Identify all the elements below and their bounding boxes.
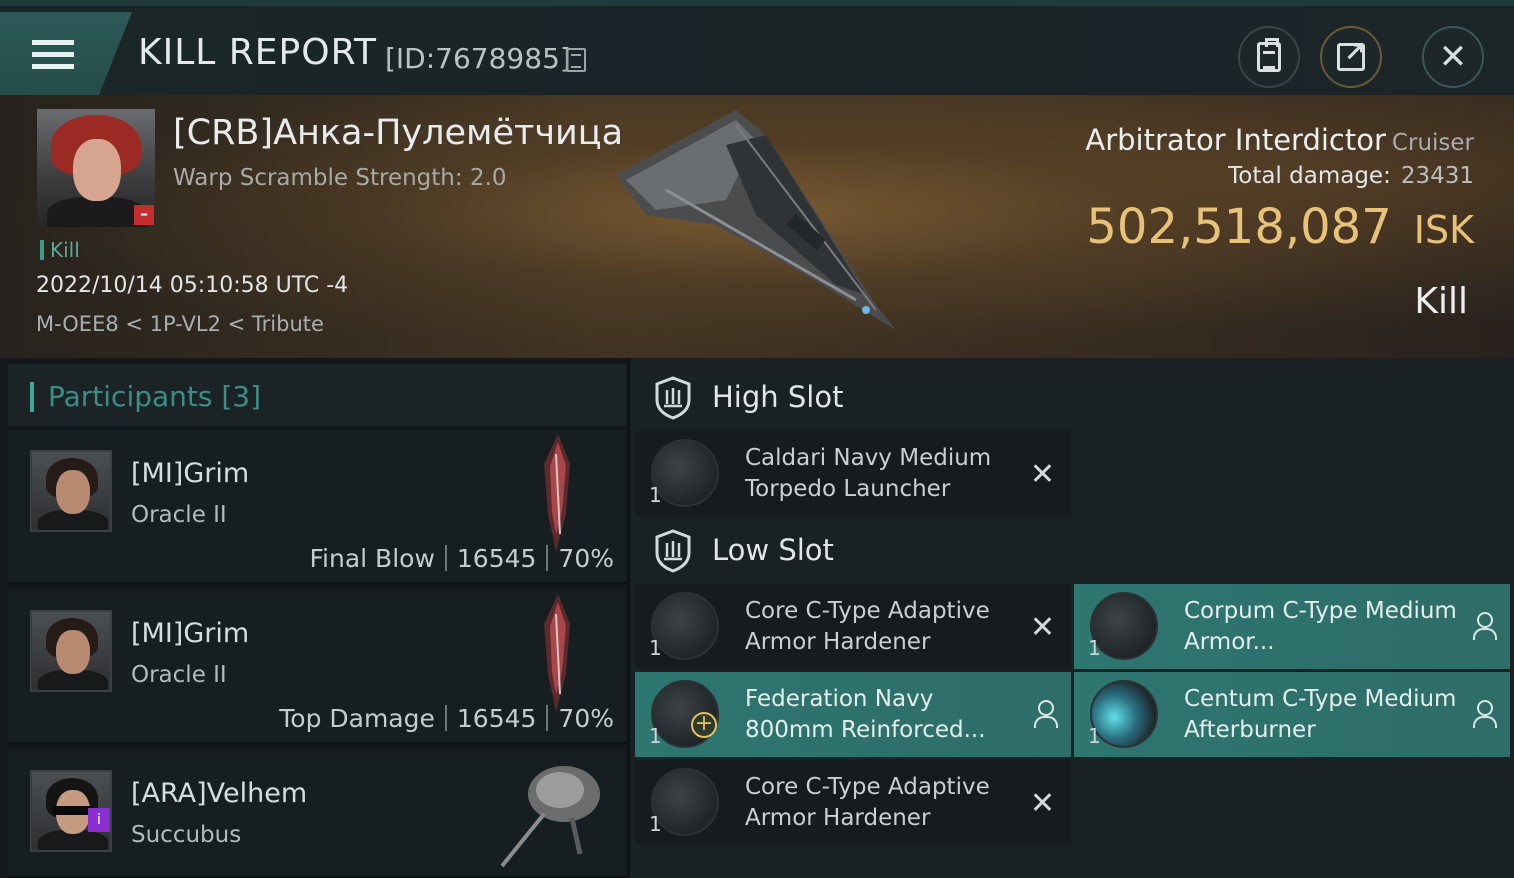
menu-tab[interactable] bbox=[0, 12, 132, 95]
participant-percent: 70% bbox=[558, 704, 614, 733]
victim-ship-name[interactable]: Arbitrator Interdictor Cruiser bbox=[1085, 123, 1474, 157]
module-quantity: 1 bbox=[649, 812, 662, 836]
warp-scramble-strength: Warp Scramble Strength: 2.0 bbox=[173, 165, 507, 191]
participants-header: Participants [3] bbox=[8, 364, 626, 426]
participant-role: Final Blow bbox=[309, 544, 435, 573]
participant-name[interactable]: [MI]Grim bbox=[131, 458, 249, 489]
participant-ship: Oracle II bbox=[131, 502, 227, 528]
module-item[interactable]: 1 Caldari Navy Medium Torpedo Launcher ✕ bbox=[635, 431, 1071, 516]
module-item[interactable]: 1 Corpum C-Type Medium Armor... bbox=[1074, 584, 1510, 669]
high-slot-label: High Slot bbox=[712, 380, 844, 414]
participant-ship: Oracle II bbox=[131, 662, 227, 688]
participant-row[interactable]: i [ARA]Velhem Succubus bbox=[8, 750, 626, 878]
low-slot-icon bbox=[655, 529, 691, 573]
result-label: Kill bbox=[1414, 281, 1468, 322]
hostile-standing-icon: – bbox=[134, 205, 154, 225]
module-item[interactable]: 1 Core C-Type Adaptive Armor Hardener ✕ bbox=[635, 584, 1071, 669]
kill-tag: Kill bbox=[40, 240, 80, 260]
module-quantity: 1 bbox=[649, 724, 662, 748]
participant-damage: 16545 bbox=[456, 544, 537, 573]
info-badge-icon: i bbox=[88, 808, 110, 832]
module-name: Centum C-Type Medium Afterburner bbox=[1184, 686, 1457, 743]
module-quantity: 1 bbox=[649, 483, 662, 507]
destroyed-icon: ✕ bbox=[1029, 786, 1055, 821]
fitting-panel[interactable]: High Slot 1 Caldari Navy Medium Torpedo … bbox=[630, 358, 1514, 878]
participant-role: Top Damage bbox=[279, 704, 435, 733]
module-name: Core C-Type Adaptive Armor Hardener bbox=[745, 598, 990, 655]
close-icon: ✕ bbox=[1438, 37, 1468, 77]
participant-avatar[interactable] bbox=[30, 610, 112, 692]
participant-row[interactable]: [MI]Grim Oracle II Final Blow 16545 70% bbox=[8, 430, 626, 584]
module-quantity: 1 bbox=[649, 636, 662, 660]
module-quantity: 1 bbox=[1088, 724, 1101, 748]
victim-name[interactable]: [CRB]Анка-Пулемётчица bbox=[173, 113, 623, 153]
module-name: Core C-Type Adaptive Armor Hardener bbox=[745, 774, 990, 831]
hamburger-menu-icon[interactable] bbox=[32, 40, 74, 74]
module-item[interactable]: 1 Centum C-Type Medium Afterburner bbox=[1074, 672, 1510, 757]
dropped-person-icon bbox=[1472, 612, 1497, 640]
module-item[interactable]: + 1 Federation Navy 800mm Reinforced... bbox=[635, 672, 1071, 757]
title-bar: KILL REPORT [ID:7678985] ✕ bbox=[0, 0, 1514, 95]
module-name: Federation Navy 800mm Reinforced... bbox=[745, 686, 986, 743]
clipboard-button[interactable] bbox=[1238, 26, 1300, 88]
kill-timestamp: 2022/10/14 05:10:58 UTC -4 bbox=[36, 273, 349, 298]
participant-ship: Succubus bbox=[131, 822, 242, 848]
external-link-icon bbox=[1337, 38, 1366, 71]
participant-row[interactable]: [MI]Grim Oracle II Top Damage 16545 70% bbox=[8, 590, 626, 744]
module-quantity: 1 bbox=[1088, 636, 1101, 660]
copy-id-icon[interactable] bbox=[566, 48, 586, 72]
report-id: [ID:7678985] bbox=[385, 42, 571, 75]
destroyed-icon: ✕ bbox=[1029, 610, 1055, 645]
participant-name[interactable]: [MI]Grim bbox=[131, 618, 249, 649]
participant-percent: 70% bbox=[558, 544, 614, 573]
window-title: KILL REPORT bbox=[138, 32, 377, 73]
isk-value: 502,518,087 ISK bbox=[1086, 199, 1474, 255]
participant-stats: Final Blow 16545 70% bbox=[309, 544, 614, 573]
participant-stats: Top Damage 16545 70% bbox=[279, 704, 614, 733]
total-damage: Total damage: 23431 bbox=[1228, 163, 1474, 189]
participant-name[interactable]: [ARA]Velhem bbox=[131, 778, 307, 809]
close-button[interactable]: ✕ bbox=[1422, 26, 1484, 88]
participants-panel[interactable]: Participants [3] [MI]Grim Oracle II Fina… bbox=[0, 358, 628, 878]
module-item[interactable]: 1 Core C-Type Adaptive Armor Hardener ✕ bbox=[635, 760, 1071, 845]
module-name: Caldari Navy Medium Torpedo Launcher bbox=[745, 445, 992, 502]
participant-ship-image bbox=[544, 594, 570, 712]
low-slot-label: Low Slot bbox=[712, 533, 834, 567]
destroyed-icon: ✕ bbox=[1029, 457, 1055, 492]
victim-ship-image[interactable] bbox=[606, 105, 906, 335]
participant-avatar[interactable] bbox=[30, 450, 112, 532]
participant-ship-image bbox=[500, 766, 600, 868]
participant-ship-image bbox=[544, 434, 570, 552]
module-name: Corpum C-Type Medium Armor... bbox=[1184, 598, 1457, 655]
dropped-person-icon bbox=[1472, 700, 1497, 728]
participant-damage: 16545 bbox=[456, 704, 537, 733]
share-button[interactable] bbox=[1320, 26, 1382, 88]
high-slot-icon bbox=[655, 376, 691, 420]
plus-badge-icon: + bbox=[691, 712, 717, 738]
clipboard-icon bbox=[1257, 38, 1281, 72]
victim-header: – Kill [CRB]Анка-Пулемётчица Warp Scramb… bbox=[0, 95, 1514, 358]
dropped-person-icon bbox=[1033, 700, 1058, 728]
participants-label: Participants [3] bbox=[48, 380, 262, 413]
kill-location[interactable]: M-OEE8 < 1P-VL2 < Tribute bbox=[36, 312, 324, 336]
